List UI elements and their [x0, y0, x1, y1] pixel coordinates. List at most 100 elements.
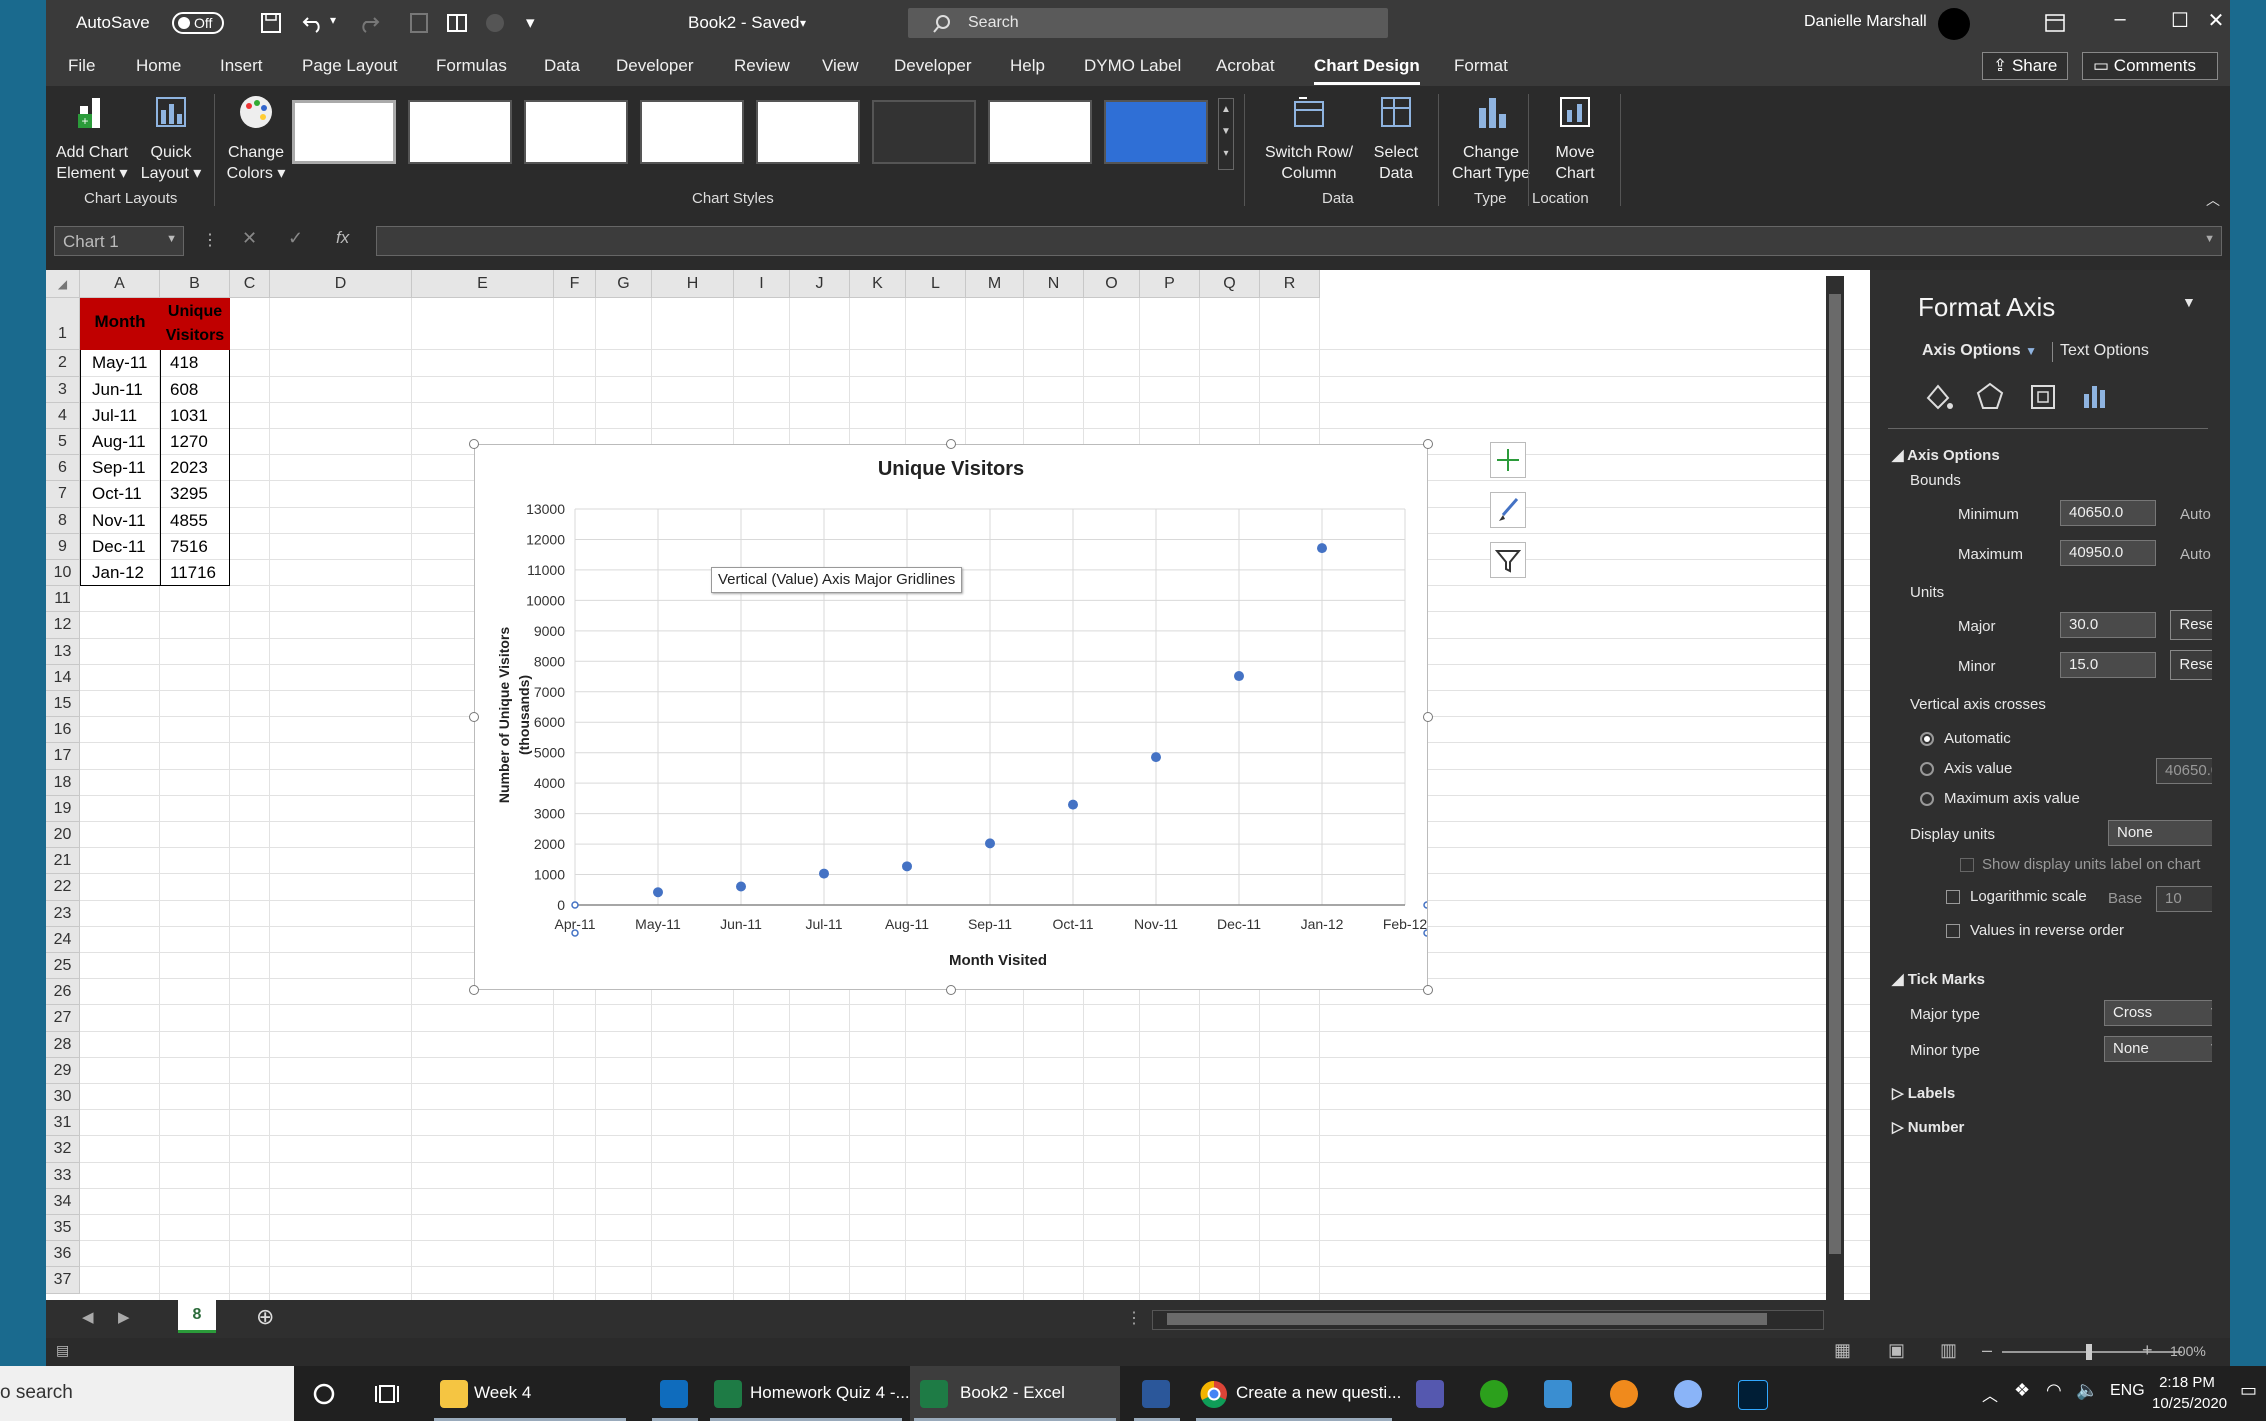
- header-cell-visitors[interactable]: Unique Visitors: [160, 298, 230, 350]
- row-header-2[interactable]: 2: [46, 350, 80, 377]
- move-chart-button[interactable]: Move Chart: [1538, 92, 1612, 184]
- cell-visitors[interactable]: 3295: [170, 481, 208, 507]
- chart-style-5[interactable]: [756, 100, 860, 164]
- data-point[interactable]: [1317, 543, 1327, 554]
- row-header-21[interactable]: 21: [46, 848, 80, 875]
- column-header-l[interactable]: L: [906, 270, 966, 298]
- size-properties-icon[interactable]: [2026, 380, 2058, 412]
- column-header-n[interactable]: N: [1024, 270, 1084, 298]
- zoom-slider-thumb[interactable]: [2086, 1344, 2092, 1360]
- vertical-scrollbar[interactable]: [1826, 276, 1844, 1300]
- row-header-34[interactable]: 34: [46, 1188, 80, 1215]
- add-chart-element-button[interactable]: + Add Chart Element ▾: [52, 92, 132, 184]
- data-point[interactable]: [985, 838, 995, 849]
- column-header-j[interactable]: J: [790, 270, 850, 298]
- horizontal-scrollbar[interactable]: [1152, 1310, 1824, 1330]
- cell-visitors[interactable]: 4855: [170, 508, 208, 534]
- row-header-1[interactable]: 1: [46, 298, 80, 351]
- pane-scrollbar[interactable]: [2212, 270, 2230, 1338]
- row-header-19[interactable]: 19: [46, 795, 80, 822]
- change-chart-type-button[interactable]: Change Chart Type: [1446, 92, 1536, 184]
- cell-visitors[interactable]: 418: [170, 350, 198, 376]
- taskbar-item-week4[interactable]: Week 4: [430, 1366, 630, 1421]
- axis-selection-handle[interactable]: [1423, 901, 1427, 909]
- scrollbar-thumb[interactable]: [1167, 1313, 1767, 1325]
- resize-handle[interactable]: [469, 439, 479, 449]
- header-cell-month[interactable]: Month: [80, 298, 160, 350]
- major-type-dropdown[interactable]: Cross: [2104, 1000, 2226, 1026]
- chart-style-8[interactable]: [1104, 100, 1208, 164]
- row-header-5[interactable]: 5: [46, 429, 80, 456]
- section-number[interactable]: ▷ Number: [1892, 1118, 1964, 1136]
- avatar[interactable]: [1938, 8, 1970, 40]
- undo-dropdown-icon[interactable]: ▾: [330, 13, 336, 27]
- chart-title[interactable]: Unique Visitors: [878, 458, 1024, 480]
- cortana-icon[interactable]: [312, 1382, 336, 1406]
- taskbar-item-homework-quiz[interactable]: Homework Quiz 4 -...: [706, 1366, 910, 1421]
- x-axis-title[interactable]: Month Visited: [949, 952, 1047, 969]
- row-header-23[interactable]: 23: [46, 900, 80, 927]
- zoom-level[interactable]: 100%: [2170, 1343, 2206, 1359]
- maximize-icon[interactable]: ☐: [2160, 8, 2200, 33]
- cell-visitors[interactable]: 1270: [170, 429, 208, 455]
- normal-view-icon[interactable]: ▦: [1834, 1340, 1851, 1361]
- row-header-11[interactable]: 11: [46, 586, 80, 613]
- column-header-h[interactable]: H: [652, 270, 734, 298]
- axis-selection-handle[interactable]: [571, 901, 579, 909]
- tab-chart-design[interactable]: Chart Design: [1314, 56, 1420, 85]
- taskbar-search[interactable]: o search: [0, 1366, 294, 1421]
- tab-data[interactable]: Data: [544, 56, 580, 76]
- row-header-29[interactable]: 29: [46, 1057, 80, 1084]
- switch-row-column-button[interactable]: Switch Row/ Column: [1262, 92, 1356, 184]
- maximum-input[interactable]: 40950.0: [2060, 540, 2156, 566]
- taskbar-item-word[interactable]: [1130, 1366, 1184, 1421]
- section-labels[interactable]: ▷ Labels: [1892, 1084, 1955, 1102]
- teams-icon[interactable]: [1416, 1380, 1444, 1408]
- cell-visitors[interactable]: 2023: [170, 455, 208, 481]
- minor-input[interactable]: 15.0: [2060, 652, 2156, 678]
- row-header-15[interactable]: 15: [46, 691, 80, 718]
- row-header-22[interactable]: 22: [46, 874, 80, 901]
- tab-axis-options[interactable]: Axis Options ▼: [1922, 342, 2037, 360]
- axis-selection-handle[interactable]: [571, 929, 579, 937]
- tab-help[interactable]: Help: [1010, 56, 1045, 76]
- row-header-14[interactable]: 14: [46, 664, 80, 691]
- automatic-radio[interactable]: [1920, 732, 1934, 746]
- collapse-ribbon-icon[interactable]: ︿: [2206, 190, 2220, 210]
- cell-visitors[interactable]: 1031: [170, 403, 208, 429]
- cell-month[interactable]: Jun-11: [92, 377, 143, 403]
- minimize-icon[interactable]: –: [2100, 8, 2140, 31]
- column-header-i[interactable]: I: [734, 270, 790, 298]
- data-point[interactable]: [819, 868, 829, 879]
- user-name[interactable]: Danielle Marshall: [1804, 13, 1927, 31]
- show-hidden-icons-icon[interactable]: ︿: [1982, 1382, 1998, 1406]
- row-header-25[interactable]: 25: [46, 953, 80, 980]
- cell-visitors[interactable]: 11716: [170, 560, 216, 586]
- cell-month[interactable]: Sep-11: [92, 455, 146, 481]
- major-input[interactable]: 30.0: [2060, 612, 2156, 638]
- tab-file[interactable]: File: [68, 56, 95, 76]
- maximum-axis-value-radio[interactable]: [1920, 792, 1934, 806]
- row-header-26[interactable]: 26: [46, 979, 80, 1006]
- data-point[interactable]: [1234, 671, 1244, 682]
- worksheet-grid[interactable]: ◢ ABCDEFGHIJKLMNOPQR 1 2 3 4 5 6 7 8 9 10 11 12 13 14…: [46, 270, 1870, 1300]
- column-header-q[interactable]: Q: [1200, 270, 1260, 298]
- resize-handle[interactable]: [1423, 712, 1433, 722]
- title-dropdown-icon[interactable]: ▾: [800, 16, 806, 30]
- save-icon[interactable]: [260, 12, 282, 34]
- tab-home[interactable]: Home: [136, 56, 181, 76]
- row-header-24[interactable]: 24: [46, 926, 80, 953]
- next-sheet-icon[interactable]: ▶: [118, 1308, 130, 1326]
- macro-icon[interactable]: ▤: [56, 1342, 69, 1359]
- row-header-13[interactable]: 13: [46, 638, 80, 665]
- chart-filters-button[interactable]: [1490, 542, 1526, 578]
- form-icon[interactable]: [446, 12, 468, 34]
- row-header-4[interactable]: 4: [46, 402, 80, 429]
- minimum-input[interactable]: 40650.0: [2060, 500, 2156, 526]
- more-icon[interactable]: ⋮: [202, 230, 218, 250]
- column-header-f[interactable]: F: [554, 270, 596, 298]
- taskbar-item-chrome[interactable]: Create a new questi...: [1192, 1366, 1401, 1421]
- scrollbar-thumb[interactable]: [1829, 294, 1841, 1254]
- cell-month[interactable]: Jul-11: [92, 403, 137, 429]
- clock[interactable]: 2:18 PM 10/25/2020: [2152, 1372, 2227, 1414]
